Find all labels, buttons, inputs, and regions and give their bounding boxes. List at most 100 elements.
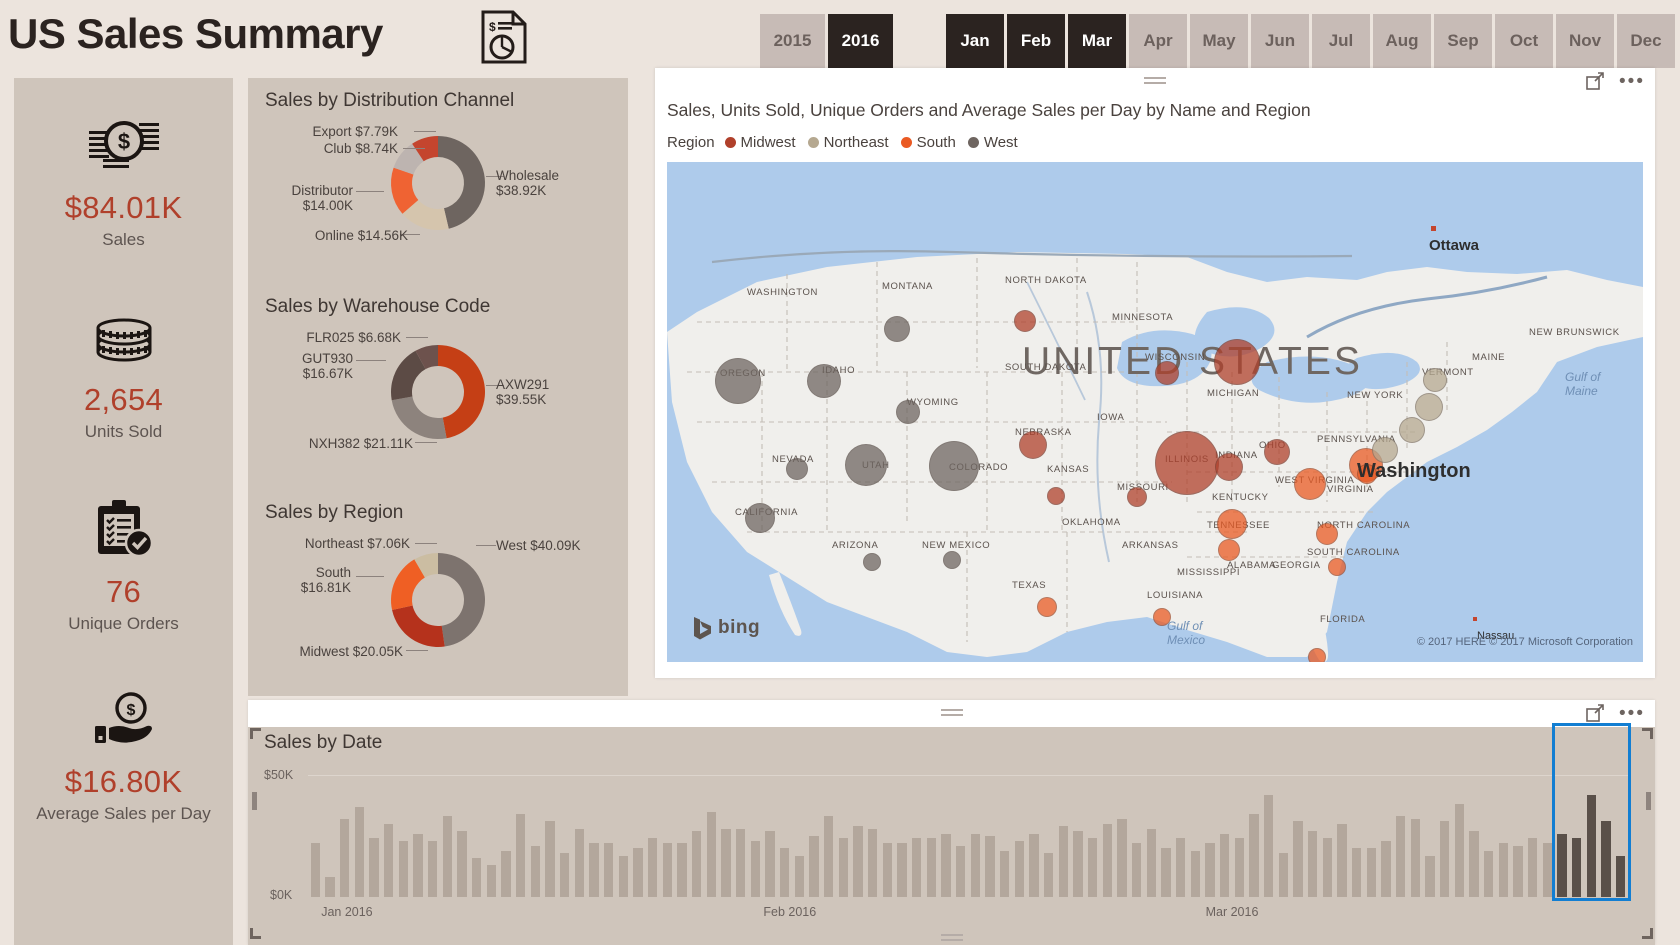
bing-map-canvas[interactable]: UNITED STATES WASHINGTON MONTANA NORTH DAK… <box>667 162 1643 662</box>
bar[interactable] <box>912 838 922 897</box>
scrollbar-grip-left[interactable] <box>252 792 257 810</box>
bar[interactable] <box>589 843 599 897</box>
drag-handle-icon[interactable] <box>940 709 963 716</box>
bar[interactable] <box>340 818 350 897</box>
legend-item-south[interactable]: South <box>900 134 956 151</box>
bar[interactable] <box>1322 838 1332 897</box>
legend-item-west[interactable]: West <box>967 134 1018 151</box>
month-tile-nov[interactable]: Nov <box>1556 14 1614 68</box>
bar[interactable] <box>897 843 907 897</box>
bar[interactable] <box>794 855 804 897</box>
bar[interactable] <box>1557 833 1567 897</box>
map-bubble-midwest[interactable] <box>1264 439 1290 465</box>
bar[interactable] <box>369 838 379 897</box>
legend-item-northeast[interactable]: Northeast <box>807 134 889 151</box>
bar[interactable] <box>1146 828 1156 897</box>
donut-ring[interactable] <box>248 78 628 284</box>
map-bubble-west[interactable] <box>896 400 920 424</box>
bar[interactable] <box>985 836 995 897</box>
bar[interactable] <box>1234 838 1244 897</box>
month-tile-feb[interactable]: Feb <box>1007 14 1065 68</box>
bar[interactable] <box>677 843 687 897</box>
kpi-card-sales[interactable]: $ $84.01K Sales <box>14 100 233 250</box>
map-bubble-midwest[interactable] <box>1214 339 1260 385</box>
donut-slice-nxh382[interactable] <box>391 396 447 439</box>
bar[interactable] <box>1337 823 1347 897</box>
bing-logo[interactable]: bing <box>692 616 760 640</box>
month-tile-jul[interactable]: Jul <box>1312 14 1370 68</box>
map-bubble-midwest[interactable] <box>1155 361 1179 385</box>
month-tile-apr[interactable]: Apr <box>1129 14 1187 68</box>
bar[interactable] <box>1410 818 1420 897</box>
map-bubble-south[interactable] <box>1218 539 1240 561</box>
month-tile-sep[interactable]: Sep <box>1434 14 1492 68</box>
bar[interactable] <box>633 848 643 897</box>
bar[interactable] <box>1542 843 1552 897</box>
donut-slice-west[interactable] <box>438 553 485 647</box>
month-tile-aug[interactable]: Aug <box>1373 14 1431 68</box>
bar[interactable] <box>941 833 951 897</box>
bar[interactable] <box>545 821 555 897</box>
bar[interactable] <box>1601 821 1611 897</box>
map-bubble-midwest[interactable] <box>1047 487 1065 505</box>
kpi-card-average-sales[interactable]: $ $16.80K Average Sales per Day <box>14 674 233 824</box>
map-bubble-northeast[interactable] <box>1399 417 1425 443</box>
donut-ring[interactable] <box>248 284 628 490</box>
map-bubble-west[interactable] <box>943 551 961 569</box>
month-tile-mar[interactable]: Mar <box>1068 14 1126 68</box>
bar[interactable] <box>853 826 863 897</box>
bar[interactable] <box>824 816 834 897</box>
map-bubble-midwest[interactable] <box>1014 310 1036 332</box>
bar[interactable] <box>398 840 408 897</box>
bar[interactable] <box>618 855 628 897</box>
bar[interactable] <box>750 840 760 897</box>
map-bubble-northeast[interactable] <box>1415 393 1443 421</box>
resize-handle-top-left[interactable] <box>250 728 261 739</box>
bar[interactable] <box>530 845 540 897</box>
bar[interactable] <box>604 843 614 897</box>
bar-chart-plot[interactable] <box>308 723 1631 901</box>
bar[interactable] <box>1572 838 1582 897</box>
bar[interactable] <box>662 843 672 897</box>
map-bubble-south[interactable] <box>1316 523 1338 545</box>
map-bubble-midwest[interactable] <box>1019 431 1047 459</box>
map-bubble-west[interactable] <box>929 441 979 491</box>
bar[interactable] <box>325 877 335 897</box>
bar[interactable] <box>1205 843 1215 897</box>
bar[interactable] <box>765 831 775 897</box>
bar[interactable] <box>1029 833 1039 897</box>
bar[interactable] <box>1425 855 1435 897</box>
map-bubble-midwest[interactable] <box>1215 453 1243 481</box>
bar[interactable] <box>1014 840 1024 897</box>
map-bubble-south[interactable] <box>1294 468 1326 500</box>
bar[interactable] <box>1176 838 1186 897</box>
bar[interactable] <box>706 811 716 897</box>
bar[interactable] <box>692 831 702 897</box>
donut-slice-midwest[interactable] <box>392 605 445 647</box>
resize-handle-top-right[interactable] <box>1642 728 1653 739</box>
map-bubble-west[interactable] <box>863 553 881 571</box>
bar[interactable] <box>780 848 790 897</box>
resize-handle-bottom-right[interactable] <box>1642 928 1653 939</box>
bar[interactable] <box>428 840 438 897</box>
bar[interactable] <box>1513 845 1523 897</box>
bar[interactable] <box>1264 794 1274 897</box>
bar[interactable] <box>1616 855 1626 897</box>
bar[interactable] <box>472 857 482 897</box>
bar[interactable] <box>1440 821 1450 897</box>
bar[interactable] <box>442 816 452 897</box>
month-tile-jan[interactable]: Jan <box>946 14 1004 68</box>
drag-handle-icon[interactable] <box>1144 77 1166 84</box>
more-options-icon[interactable]: ••• <box>1619 704 1645 723</box>
bar[interactable] <box>1088 838 1098 897</box>
resize-handle-bottom[interactable] <box>940 934 963 941</box>
month-tile-jun[interactable]: Jun <box>1251 14 1309 68</box>
bar[interactable] <box>809 836 819 897</box>
bar[interactable] <box>1117 818 1127 897</box>
bar[interactable] <box>1044 853 1054 897</box>
bar[interactable] <box>516 814 526 897</box>
map-bubble-west[interactable] <box>807 364 841 398</box>
bar[interactable] <box>1484 850 1494 897</box>
chart-sales-by-distribution-channel[interactable]: Sales by Distribution Channel Wholesale … <box>248 78 628 284</box>
bar[interactable] <box>1366 848 1376 897</box>
